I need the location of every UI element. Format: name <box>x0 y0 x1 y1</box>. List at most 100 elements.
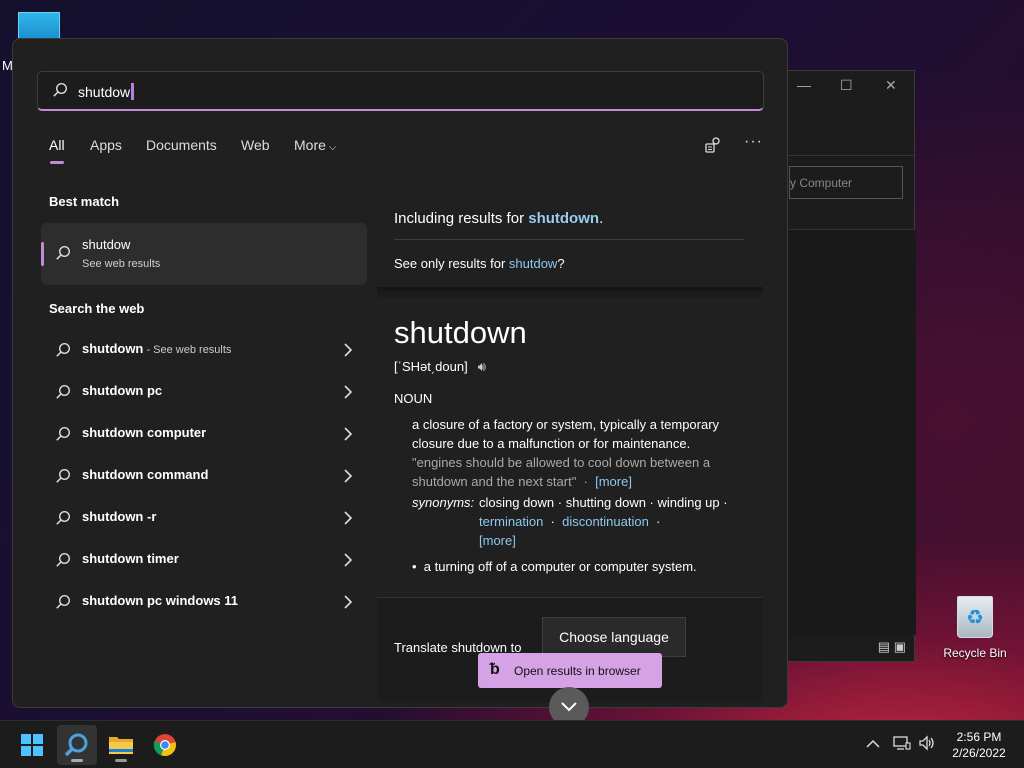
search-icon <box>64 733 88 757</box>
suggestion-text: shutdown command <box>82 467 209 482</box>
definition-1: a closure of a factory or system, typica… <box>412 417 720 451</box>
chrome-icon <box>153 734 176 757</box>
best-match-heading: Best match <box>49 194 120 209</box>
web-suggestion-item[interactable]: shutdown command <box>41 457 367 495</box>
volume-icon[interactable] <box>918 734 936 755</box>
example-more-link[interactable]: [more] <box>595 474 632 489</box>
chevron-right-icon[interactable] <box>343 511 353 525</box>
synonyms: synonyms: closing down · shutting down ·… <box>412 495 728 548</box>
chevron-right-icon[interactable] <box>343 553 353 567</box>
folder-icon <box>109 737 133 754</box>
suggestion-text: shutdown -r <box>82 509 157 524</box>
recycle-bin-graphic <box>957 596 993 638</box>
bing-icon: ᵬ <box>490 661 500 678</box>
maximize-icon[interactable]: ☐ <box>840 77 853 94</box>
tab-all[interactable]: All <box>49 137 65 164</box>
web-suggestion-item[interactable]: shutdown pc <box>41 373 367 411</box>
dictionary-word: shutdown <box>394 315 527 350</box>
speaker-icon[interactable]: 🔊︎ <box>478 359 486 375</box>
part-of-speech: NOUN <box>394 391 433 406</box>
search-box[interactable]: shutdow <box>37 71 764 111</box>
clock-time: 2:56 PM <box>956 730 1002 744</box>
search-icon <box>56 384 71 399</box>
start-button[interactable] <box>12 725 52 765</box>
dictionary-card: shutdown [ˈSHət͵doun] 🔊︎ NOUN a closure o… <box>377 297 763 597</box>
details-view-icon[interactable]: ▤ <box>878 639 890 654</box>
minimize-icon[interactable]: — <box>797 77 811 93</box>
suggestion-text: shutdown timer <box>82 551 179 566</box>
divider <box>394 239 744 240</box>
web-suggestion-item[interactable]: shutdown pc windows 11 <box>41 583 367 621</box>
background-explorer-window[interactable]: — ☐ ✕ y Computer ▤ ▣ <box>786 70 916 662</box>
close-icon[interactable]: ✕ <box>885 77 897 94</box>
original-term-link[interactable]: shutdow <box>509 256 557 271</box>
chevron-down-icon: ⌵ <box>328 142 337 153</box>
chevron-right-icon[interactable] <box>343 595 353 609</box>
search-icon <box>56 426 71 441</box>
search-query-text: shutdow <box>78 84 131 100</box>
text-caret <box>131 83 135 100</box>
windows-logo-icon <box>21 734 43 756</box>
chevron-down-icon <box>561 702 577 712</box>
spelling-card: Including results for shutdown. See only… <box>377 181 763 291</box>
taskbar: 2:56 PM 2/26/2022 <box>0 720 1024 768</box>
tab-documents[interactable]: Documents <box>146 137 217 153</box>
web-suggestion-item[interactable]: shutdown timer <box>41 541 367 579</box>
including-results-text: Including results for shutdown. <box>394 210 604 227</box>
suggestion-text: shutdown - See web results <box>82 341 232 356</box>
recycle-bin-icon[interactable]: Recycle Bin <box>942 596 1008 662</box>
search-icon <box>53 82 68 97</box>
search-icon <box>56 468 71 483</box>
address-bar[interactable]: y Computer <box>789 166 903 199</box>
network-icon[interactable] <box>893 734 911 755</box>
search-profile-icon[interactable] <box>703 135 723 155</box>
recycle-bin-label: Recycle Bin <box>943 646 1007 660</box>
chevron-right-icon[interactable] <box>343 385 353 399</box>
example-sentence: "engines should be allowed to cool down … <box>412 455 711 489</box>
web-suggestion-item[interactable]: shutdown computer <box>41 415 367 453</box>
synonym-link[interactable]: discontinuation <box>562 514 649 529</box>
chevron-right-icon[interactable] <box>343 469 353 483</box>
preview-pane: Including results for shutdown. See only… <box>377 181 763 703</box>
synonyms-more-link[interactable]: [more] <box>479 533 516 548</box>
web-suggestion-item[interactable]: shutdown - See web results <box>41 331 367 369</box>
choose-language-button[interactable]: Choose language <box>542 617 686 657</box>
search-web-heading: Search the web <box>49 301 145 316</box>
tiles-view-icon[interactable]: ▣ <box>894 639 906 654</box>
open-in-browser-button[interactable]: ᵬ Open results in browser <box>478 653 662 688</box>
synonym-link[interactable]: termination <box>479 514 543 529</box>
synonyms-label: synonyms: <box>412 495 475 510</box>
pronunciation: [ˈSHət͵doun] 🔊︎ <box>394 359 486 375</box>
chevron-right-icon[interactable] <box>343 427 353 441</box>
best-match-item[interactable]: shutdow See web results <box>41 223 367 285</box>
show-hidden-icons[interactable] <box>866 736 880 752</box>
definition-2: • a turning off of a computer or compute… <box>412 559 697 574</box>
taskbar-search-button[interactable] <box>57 725 97 765</box>
more-options-icon[interactable]: ··· <box>744 133 763 151</box>
search-icon <box>56 245 71 260</box>
search-icon <box>56 552 71 567</box>
search-panel: shutdow All Apps Documents Web More ⌵ ···… <box>12 38 788 727</box>
corrected-term-link[interactable]: shutdown <box>528 210 599 227</box>
best-match-subtitle: See web results <box>82 258 161 270</box>
suggestion-text: shutdown pc <box>82 383 163 398</box>
taskbar-chrome[interactable] <box>145 725 185 765</box>
best-match-title: shutdow <box>82 237 131 252</box>
suggestion-text: shutdown computer <box>82 425 207 440</box>
system-clock[interactable]: 2:56 PM 2/26/2022 <box>944 729 1014 761</box>
search-icon <box>56 342 71 357</box>
clock-date: 2/26/2022 <box>952 746 1006 760</box>
desktop-icon-my-computer[interactable] <box>18 12 60 40</box>
search-icon <box>56 594 71 609</box>
web-suggestion-item[interactable]: shutdown -r <box>41 499 367 537</box>
tab-apps[interactable]: Apps <box>90 137 122 153</box>
chevron-right-icon[interactable] <box>343 343 353 357</box>
search-input[interactable]: shutdow <box>78 83 135 100</box>
taskbar-file-explorer[interactable] <box>101 725 141 765</box>
tab-web[interactable]: Web <box>241 137 270 153</box>
tab-more[interactable]: More ⌵ <box>294 137 337 153</box>
active-indicator <box>71 759 83 762</box>
search-icon <box>56 510 71 525</box>
running-indicator <box>115 759 127 762</box>
suggestion-text: shutdown pc windows 11 <box>82 593 239 608</box>
